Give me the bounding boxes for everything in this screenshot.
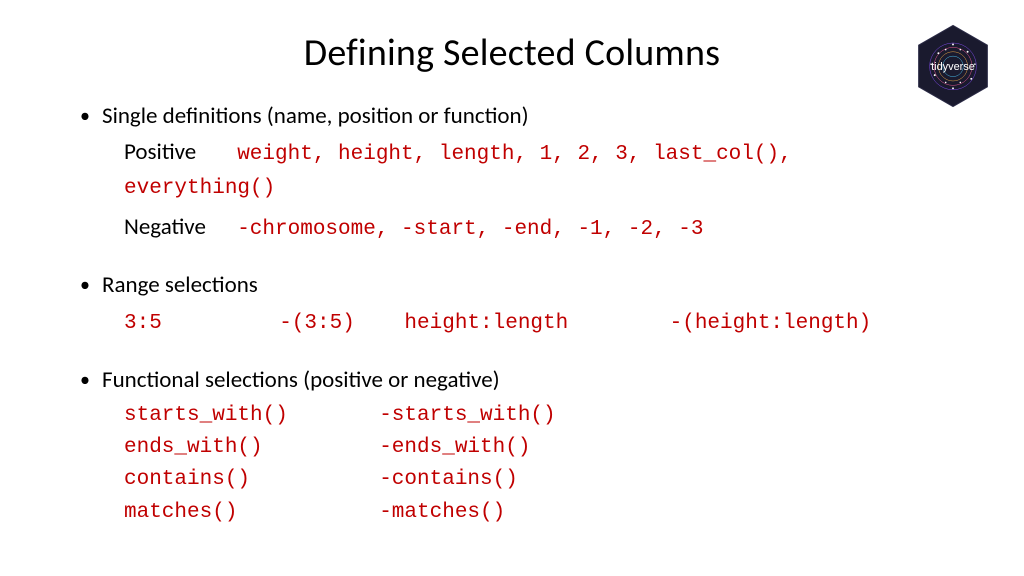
negative-code: -chromosome, -start, -end, -1, -2, -3 (237, 218, 703, 241)
bullet-functional-selections: Functional selections (positive or negat… (80, 366, 954, 527)
func-neg: -ends_with() (379, 434, 530, 462)
bullet-heading: Single definitions (name, position or fu… (102, 102, 529, 130)
negative-line: Negative -chromosome, -start, -end, -1, … (124, 211, 954, 245)
functional-lines: starts_with() -starts_with() ends_with()… (124, 398, 954, 527)
range-code-3: height:length (404, 309, 664, 339)
positive-label: Positive (124, 136, 232, 169)
bullet-heading: Functional selections (positive or negat… (102, 366, 500, 394)
func-pos: contains() (124, 466, 374, 494)
func-pos: matches() (124, 499, 374, 527)
func-neg: -matches() (379, 499, 505, 527)
positive-line: Positive weight, height, length, 1, 2, 3… (124, 136, 954, 205)
range-row: 3:5 -(3:5) height:length -(height:length… (124, 305, 954, 339)
bullet-single-definitions: Single definitions (name, position or fu… (80, 102, 954, 245)
range-code-4: -(height:length) (670, 309, 872, 339)
func-pos: starts_with() (124, 402, 374, 430)
slide-title: Defining Selected Columns (70, 30, 954, 76)
bullet-heading: Range selections (102, 271, 258, 299)
negative-label: Negative (124, 211, 232, 244)
func-row: ends_with() -ends_with() (124, 430, 954, 462)
slide: tidyverse Defining Selected Columns Sing… (0, 0, 1024, 576)
func-neg: -contains() (379, 466, 518, 494)
func-row: contains() -contains() (124, 462, 954, 494)
func-neg: -starts_with() (379, 402, 555, 430)
func-row: matches() -matches() (124, 495, 954, 527)
range-code-1: 3:5 (124, 309, 274, 339)
bullet-list: Single definitions (name, position or fu… (70, 102, 954, 527)
func-row: starts_with() -starts_with() (124, 398, 954, 430)
func-pos: ends_with() (124, 434, 374, 462)
logo-text: tidyverse (931, 61, 975, 73)
bullet-range-selections: Range selections 3:5 -(3:5) height:lengt… (80, 271, 954, 339)
range-code-2: -(3:5) (279, 309, 399, 339)
tidyverse-logo: tidyverse (916, 24, 990, 108)
